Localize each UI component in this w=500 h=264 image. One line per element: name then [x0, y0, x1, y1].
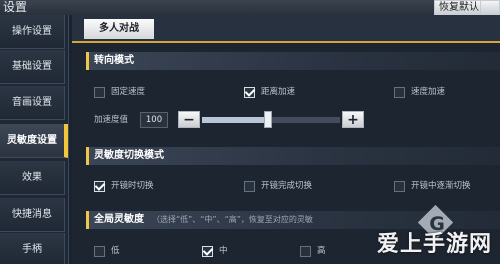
option-label: 开镜时切换 — [111, 181, 154, 191]
sidebar-item-audio-video[interactable]: 音画设置 — [0, 86, 65, 120]
watermark-text: 爱上手游网 — [377, 232, 493, 257]
option-label: 固定速度 — [111, 87, 146, 97]
section-title: 转向模式 — [94, 55, 134, 66]
section-title: 全局灵敏度 — [94, 214, 144, 225]
option-label: 低 — [111, 246, 120, 256]
option-label: 距离加速 — [261, 87, 296, 97]
settings-screen: 设置 恢复默认 操作设置 基础设置 音画设置 灵敏度设置 效果 快捷消息 手柄 … — [0, 0, 500, 264]
top-bar: 设置 恢复默认 — [0, 0, 500, 16]
checkbox-switch-after-scope[interactable] — [244, 180, 255, 192]
tab-multiplayer[interactable]: 多人对战 — [84, 19, 154, 39]
checkbox-speed-accel[interactable] — [394, 86, 405, 98]
checkbox-distance-accel[interactable] — [244, 86, 255, 98]
section-steer-mode: 转向模式 — [86, 52, 500, 70]
option-fixed-speed[interactable]: 固定速度 — [94, 85, 145, 100]
accel-slider-thumb[interactable] — [264, 111, 272, 128]
checkbox-fixed-speed[interactable] — [94, 86, 105, 98]
restore-default-button[interactable]: 恢复默认 — [434, 0, 484, 16]
sidebar-item-controls[interactable]: 操作设置 — [0, 15, 65, 49]
sidebar-item-gamepad[interactable]: 手柄 — [0, 233, 65, 264]
checkbox-switch-on-scope[interactable] — [94, 180, 105, 192]
section-sensitivity-switch: 灵敏度切换模式 — [86, 147, 500, 165]
option-switch-gradual[interactable]: 开镜中逐渐切换 — [394, 179, 471, 194]
checkbox-medium[interactable] — [202, 245, 213, 257]
sidebar-item-basic[interactable]: 基础设置 — [0, 50, 65, 84]
option-speed-accel[interactable]: 速度加速 — [394, 85, 445, 100]
option-distance-accel[interactable]: 距离加速 — [244, 85, 295, 100]
settings-title: 设置 — [3, 0, 28, 14]
accel-slider-fill — [202, 117, 268, 123]
tab-bar: 多人对战 — [72, 15, 500, 43]
option-high[interactable]: 高 — [300, 244, 326, 259]
option-medium[interactable]: 中 — [202, 244, 228, 259]
checkbox-low[interactable] — [94, 245, 105, 257]
section-title: 灵敏度切换模式 — [94, 150, 164, 161]
sidebar-item-effects[interactable]: 效果 — [0, 161, 65, 195]
checkbox-switch-gradual[interactable] — [394, 180, 405, 192]
sidebar-item-quick-messages[interactable]: 快捷消息 — [0, 198, 65, 232]
option-label: 高 — [317, 246, 326, 256]
increase-button[interactable]: + — [342, 111, 364, 128]
option-switch-after-scope[interactable]: 开镜完成切换 — [244, 179, 312, 194]
decrease-button[interactable]: − — [178, 111, 200, 128]
option-label: 速度加速 — [411, 87, 446, 97]
option-switch-on-scope[interactable]: 开镜时切换 — [94, 179, 154, 194]
settings-sidebar: 操作设置 基础设置 音画设置 灵敏度设置 效果 快捷消息 手柄 — [0, 15, 69, 264]
accel-label: 加速度值 — [94, 115, 129, 125]
option-low[interactable]: 低 — [94, 244, 120, 259]
option-label: 开镜完成切换 — [261, 181, 313, 191]
option-label: 开镜中逐渐切换 — [411, 181, 471, 191]
option-label: 中 — [219, 246, 228, 256]
section-hint: （选择“低”、“中”、“高”，恢复至对应的灵敏 — [152, 215, 313, 224]
checkbox-high[interactable] — [300, 245, 311, 257]
sidebar-item-sensitivity[interactable]: 灵敏度设置 — [0, 124, 68, 158]
top-right-button[interactable] — [480, 0, 500, 16]
accel-value[interactable]: 100 — [140, 112, 168, 128]
